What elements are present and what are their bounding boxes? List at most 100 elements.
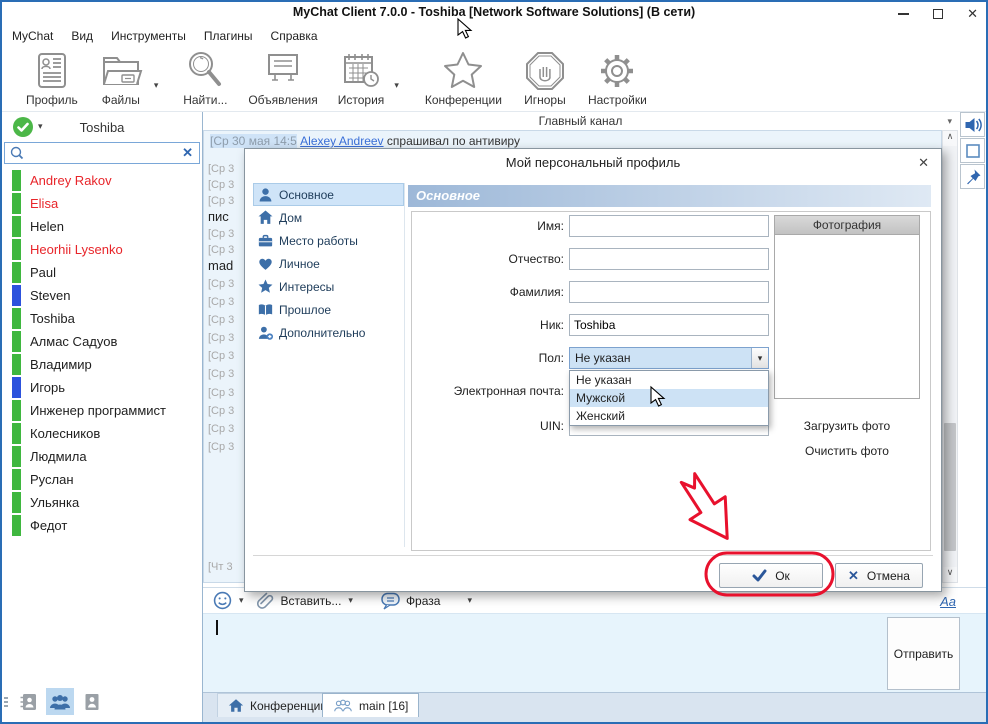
toolbar-find-button[interactable]: Найти...	[172, 49, 238, 111]
paperclip-icon[interactable]	[257, 591, 276, 610]
menu-help[interactable]: Справка	[271, 29, 318, 43]
scrollbar-thumb[interactable]	[944, 423, 956, 551]
general-group: Имя: Отчество: Фамилия: Ник: Пол: Не ука…	[411, 211, 931, 551]
contact-row[interactable]: Колесников	[2, 422, 202, 445]
nav-item-home[interactable]: Дом	[253, 206, 404, 229]
tab-main-channel[interactable]: main [16]	[322, 693, 419, 717]
contact-name: Федот	[30, 518, 67, 533]
toolbar-history-button[interactable]: История	[328, 49, 395, 111]
nav-item-past[interactable]: Прошлое	[253, 298, 404, 321]
toolbar-files-button[interactable]: Файлы	[88, 49, 154, 111]
minimize-icon[interactable]	[898, 13, 909, 15]
toolbar-settings-button[interactable]: Настройки	[578, 49, 657, 111]
font-settings-link[interactable]: Aa	[940, 594, 956, 609]
contact-name: Ульянка	[30, 495, 79, 510]
history-dropdown-caret[interactable]: ▾	[394, 80, 399, 111]
insert-button[interactable]: Вставить...	[281, 594, 342, 608]
emoticon-dropdown-caret[interactable]: ▾	[239, 595, 244, 606]
chat-scrollbar[interactable]: ∧ ∨	[942, 130, 958, 583]
maximize-icon[interactable]	[933, 9, 943, 19]
menu-mychat[interactable]: MyChat	[12, 29, 53, 43]
timestamp-fragment: [Ср 3	[208, 350, 234, 362]
clear-photo-button[interactable]: Очистить фото	[774, 444, 920, 458]
address-book-button[interactable]	[14, 688, 42, 715]
nav-item-general[interactable]: Основное	[253, 183, 404, 206]
toolbar-conferences-button[interactable]: Конференции	[415, 49, 512, 111]
book-icon	[258, 302, 273, 317]
history-icon	[338, 49, 384, 93]
drag-grip[interactable]	[4, 697, 8, 707]
toolbar-ignores-button[interactable]: Игноры	[512, 49, 578, 111]
files-dropdown-caret[interactable]: ▾	[154, 80, 159, 111]
load-photo-button[interactable]: Загрузить фото	[774, 419, 920, 433]
person-icon	[258, 187, 273, 202]
toolbar-announcements-button[interactable]: Объявления	[238, 49, 327, 111]
phrase-button[interactable]: Фраза	[406, 594, 441, 608]
gender-combobox[interactable]: Не указан ▾	[569, 347, 769, 369]
contact-row[interactable]: Helen	[2, 215, 202, 238]
message-input[interactable]: Отправить	[203, 613, 986, 692]
combobox-dropdown-caret[interactable]: ▾	[751, 348, 768, 368]
emoticon-icon[interactable]	[213, 591, 232, 610]
nick-field[interactable]	[569, 314, 769, 336]
search-input[interactable]	[25, 144, 182, 162]
channel-dropdown-caret[interactable]: ▾	[947, 116, 952, 127]
presence-bar	[12, 193, 21, 214]
toolbar-find-label: Найти...	[183, 93, 227, 107]
contact-row[interactable]: Игорь	[2, 376, 202, 399]
nav-item-additional[interactable]: Дополнительно	[253, 321, 404, 344]
menu-plugins[interactable]: Плагины	[204, 29, 253, 43]
menu-tools[interactable]: Инструменты	[111, 29, 186, 43]
toolbar-profile-button[interactable]: Профиль	[16, 49, 88, 111]
nav-item-personal[interactable]: Личное	[253, 252, 404, 275]
window-mode-button[interactable]	[960, 138, 985, 163]
nav-item-work[interactable]: Место работы	[253, 229, 404, 252]
toolbar-ignores-label: Игноры	[524, 93, 566, 107]
send-button[interactable]: Отправить	[887, 617, 960, 690]
tab-conferences[interactable]: Конференции	[217, 693, 338, 717]
announcements-icon	[260, 49, 306, 93]
contact-row[interactable]: Elisa	[2, 192, 202, 215]
ok-button[interactable]: Ок	[719, 563, 823, 588]
profile-card-button[interactable]	[78, 688, 106, 715]
gender-option-unspecified[interactable]: Не указан	[570, 371, 768, 389]
contact-row[interactable]: Andrey Rakov	[2, 169, 202, 192]
clear-search-icon[interactable]: ✕	[182, 145, 193, 161]
contact-row[interactable]: Paul	[2, 261, 202, 284]
contact-row[interactable]: Ульянка	[2, 491, 202, 514]
contact-row[interactable]: Steven	[2, 284, 202, 307]
gender-option-male[interactable]: Мужской	[570, 389, 768, 407]
contact-row[interactable]: Людмила	[2, 445, 202, 468]
dialog-close-icon[interactable]: ✕	[918, 156, 929, 169]
gender-option-female[interactable]: Женский	[570, 407, 768, 425]
close-icon[interactable]: ✕	[967, 9, 978, 19]
contact-row[interactable]: Алмас Садуов	[2, 330, 202, 353]
middlename-field[interactable]	[569, 248, 769, 270]
phrase-dropdown-caret[interactable]: ▾	[467, 595, 472, 606]
contact-row[interactable]: Инженер программист	[2, 399, 202, 422]
cancel-button[interactable]: ✕ Отмена	[835, 563, 923, 588]
firstname-field[interactable]	[569, 215, 769, 237]
contact-row[interactable]: Руслан	[2, 468, 202, 491]
channel-title: Главный канал	[203, 112, 958, 128]
contact-row[interactable]: Toshiba	[2, 307, 202, 330]
sound-button[interactable]	[960, 112, 985, 137]
contact-name: Elisa	[30, 196, 58, 211]
contact-row[interactable]: Федот	[2, 514, 202, 537]
message-author-link[interactable]: Alexey Andreev	[300, 134, 383, 148]
insert-dropdown-caret[interactable]: ▾	[348, 595, 353, 606]
scroll-up-icon[interactable]: ∧	[943, 131, 957, 146]
scroll-down-icon[interactable]: ∨	[943, 567, 957, 582]
contact-row[interactable]: Владимир	[2, 353, 202, 376]
phrase-bubble-icon[interactable]	[380, 592, 401, 610]
pin-button[interactable]	[960, 164, 985, 189]
photo-panel: Фотография	[774, 215, 920, 399]
contact-row[interactable]: Heorhii Lysenko	[2, 238, 202, 261]
nav-item-interests[interactable]: Интересы	[253, 275, 404, 298]
contacts-view-button[interactable]	[46, 688, 74, 715]
field-label-nick: Ник:	[412, 314, 564, 336]
menu-view[interactable]: Вид	[71, 29, 93, 43]
lastname-field[interactable]	[569, 281, 769, 303]
channel-header[interactable]: Главный канал ▾	[203, 112, 958, 130]
chat-message-line: [Ср 30 мая 14:5 Alexey Andreev спрашивал…	[210, 134, 520, 148]
